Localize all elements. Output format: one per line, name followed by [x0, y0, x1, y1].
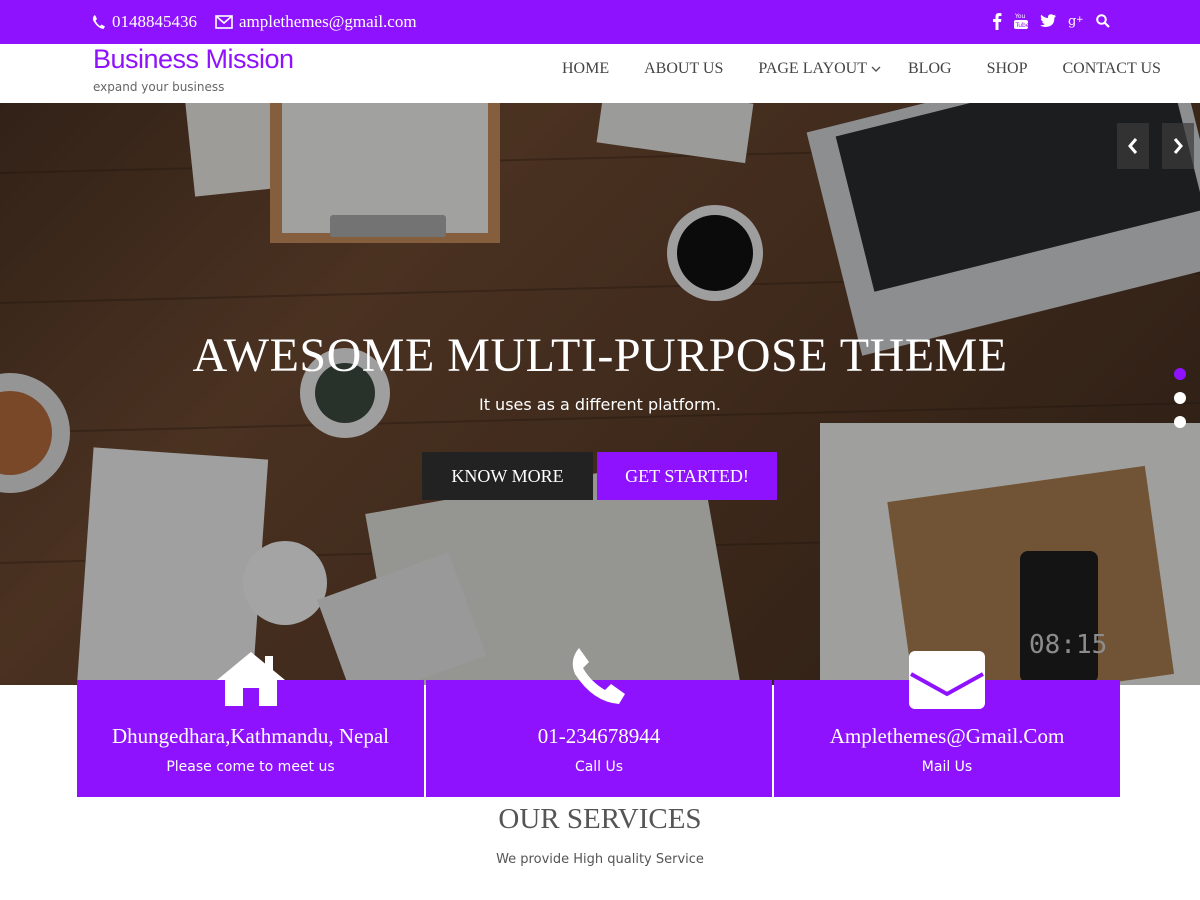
- email-contact[interactable]: amplethemes@gmail.com: [215, 12, 417, 32]
- info-phone-subtitle: Call Us: [574, 759, 624, 775]
- info-box-email: Amplethemes@Gmail.Com Mail Us: [774, 651, 1120, 797]
- nav-blog[interactable]: BLOG: [908, 60, 952, 78]
- slider-next-button[interactable]: [1162, 123, 1194, 169]
- nav-about-us[interactable]: ABOUT US: [644, 60, 723, 78]
- info-address-title: Dhungedhara,Kathmandu, Nepal: [112, 724, 389, 748]
- chevron-down-icon: [871, 66, 881, 72]
- main-nav: HOME ABOUT US PAGE LAYOUT BLOG SHOP CONT…: [562, 60, 1161, 78]
- nav-page-layout[interactable]: PAGE LAYOUT: [758, 60, 881, 78]
- svg-text:+: +: [1076, 15, 1084, 25]
- site-tagline: expand your business: [93, 80, 225, 94]
- facebook-icon[interactable]: [992, 12, 1002, 30]
- nav-shop-label: SHOP: [986, 60, 1028, 77]
- services-subtitle: We provide High quality Service: [496, 852, 704, 867]
- hero-slider: 08:15 AWESOME MULTI-PURPOSE THEME It use…: [0, 103, 1200, 685]
- nav-blog-label: BLOG: [908, 60, 952, 77]
- home-icon: [215, 650, 287, 713]
- phone-number: 0148845436: [112, 12, 197, 31]
- info-address-subtitle: Please come to meet us: [166, 759, 335, 775]
- know-more-button[interactable]: KNOW MORE: [422, 452, 593, 500]
- search-icon[interactable]: [1096, 14, 1110, 28]
- services-title: OUR SERVICES: [498, 803, 702, 835]
- site-header: Business Mission expand your business HO…: [0, 44, 1200, 103]
- hero-overlay: [0, 103, 1200, 685]
- phone-icon: [92, 15, 105, 29]
- info-box-address: Dhungedhara,Kathmandu, Nepal Please come…: [77, 652, 424, 797]
- nav-page-layout-label: PAGE LAYOUT: [758, 60, 867, 77]
- social-links: You Tube g +: [980, 12, 1110, 30]
- info-box-phone: 01-234678944 Call Us: [426, 648, 772, 797]
- envelope-icon: [215, 15, 233, 29]
- envelope-icon: [908, 650, 986, 715]
- twitter-icon[interactable]: [1040, 14, 1056, 28]
- slider-prev-button[interactable]: [1117, 123, 1149, 169]
- slider-dot-3[interactable]: [1174, 416, 1186, 428]
- top-contact: 0148845436 amplethemes@gmail.com: [92, 12, 435, 32]
- info-email-subtitle: Mail Us: [921, 759, 973, 775]
- svg-text:You: You: [1014, 13, 1026, 20]
- google-plus-icon[interactable]: g +: [1068, 13, 1084, 29]
- youtube-icon[interactable]: You Tube: [1014, 12, 1028, 30]
- nav-home[interactable]: HOME: [562, 60, 609, 78]
- slider-dot-1[interactable]: [1174, 368, 1186, 380]
- nav-about-label: ABOUT US: [644, 60, 724, 77]
- info-email-title[interactable]: Amplethemes@Gmail.Com: [774, 724, 1120, 749]
- phone-icon: [567, 644, 631, 711]
- hero-title: AWESOME MULTI-PURPOSE THEME: [192, 329, 1008, 382]
- chevron-left-icon: [1128, 138, 1138, 154]
- hero-subtitle: It uses as a different platform.: [478, 395, 722, 414]
- svg-text:Tube: Tube: [1015, 22, 1029, 29]
- info-phone-title[interactable]: 01-234678944: [426, 724, 772, 749]
- site-title[interactable]: Business Mission: [93, 44, 294, 75]
- email-address: amplethemes@gmail.com: [239, 12, 417, 31]
- phone-contact[interactable]: 0148845436: [92, 12, 197, 32]
- get-started-button[interactable]: GET STARTED!: [597, 452, 777, 500]
- slider-dot-2[interactable]: [1174, 392, 1186, 404]
- nav-home-label: HOME: [562, 60, 610, 77]
- top-bar: 0148845436 amplethemes@gmail.com You Tube…: [0, 0, 1200, 44]
- nav-contact-label: CONTACT US: [1062, 60, 1161, 77]
- chevron-right-icon: [1173, 138, 1183, 154]
- nav-shop[interactable]: SHOP: [987, 60, 1028, 78]
- nav-contact-us[interactable]: CONTACT US: [1062, 60, 1160, 78]
